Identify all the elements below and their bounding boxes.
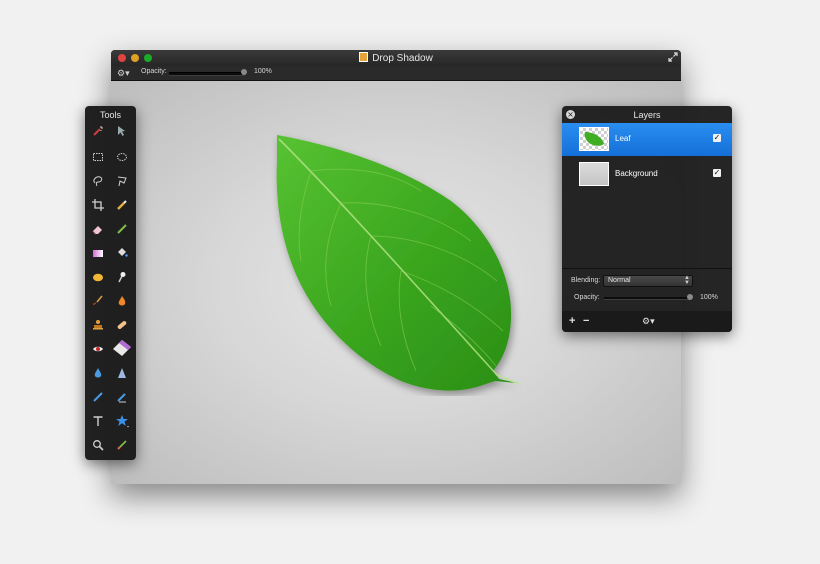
pencil-icon[interactable]	[111, 218, 133, 240]
opacity-slider-knob[interactable]	[241, 69, 247, 75]
gear-menu-icon[interactable]: ⚙▾	[117, 67, 130, 79]
layer-thumbnail-background	[579, 162, 609, 186]
sharpen-icon[interactable]	[111, 362, 133, 384]
elliptical-select-icon[interactable]	[111, 146, 133, 168]
burn-icon[interactable]	[111, 290, 133, 312]
freeform-pen-icon[interactable]	[111, 386, 133, 408]
window-title-container: Drop Shadow	[111, 52, 681, 64]
shape-star-icon[interactable]	[111, 410, 133, 432]
layer-thumbnail-leaf	[579, 127, 609, 151]
brush-icon[interactable]	[87, 290, 109, 312]
gradient-icon[interactable]	[87, 242, 109, 264]
window-title: Drop Shadow	[372, 53, 433, 64]
bandage-icon[interactable]	[111, 314, 133, 336]
tools-title: Tools	[99, 110, 121, 120]
layers-title: Layers	[633, 110, 661, 120]
layer-opacity-knob[interactable]	[687, 294, 693, 300]
zoom-icon[interactable]	[87, 434, 109, 456]
color-brush-icon[interactable]	[111, 434, 133, 456]
tools-palette: Tools	[85, 106, 136, 460]
lasso-icon[interactable]	[87, 170, 109, 192]
layer-visibility-checkbox[interactable]: ✓	[713, 134, 721, 142]
layer-name: Leaf	[615, 134, 631, 143]
opacity-slider[interactable]	[169, 72, 245, 76]
layer-opacity-slider[interactable]	[604, 297, 690, 300]
crop-icon[interactable]	[87, 194, 109, 216]
add-layer-icon[interactable]: +	[569, 315, 575, 327]
polygonal-lasso-icon[interactable]	[111, 170, 133, 192]
red-eye-icon[interactable]	[87, 338, 109, 360]
eraser-icon[interactable]	[87, 218, 109, 240]
stamp-icon[interactable]	[87, 314, 109, 336]
opacity-label: Opacity:	[141, 68, 167, 75]
layer-visibility-checkbox[interactable]: ✓	[713, 169, 721, 177]
layer-opacity-label: Opacity:	[574, 294, 600, 301]
blending-mode-value: Normal	[608, 277, 631, 284]
layers-bottom-bar: + − ⚙▾	[562, 311, 732, 332]
document-icon	[359, 52, 369, 62]
layer-row-leaf[interactable]: Leaf ✓	[562, 123, 732, 156]
layer-name: Background	[615, 169, 658, 178]
smudge-icon[interactable]	[111, 266, 133, 288]
blur-drop-icon[interactable]	[87, 362, 109, 384]
blending-mode-select[interactable]: Normal ▲ ▼	[603, 275, 693, 287]
paint-bucket-icon[interactable]	[111, 242, 133, 264]
rectangular-select-icon[interactable]	[87, 146, 109, 168]
divider	[562, 268, 732, 269]
leaf-image	[276, 135, 520, 391]
opacity-value: 100%	[254, 68, 272, 75]
pen-icon[interactable]	[87, 386, 109, 408]
clean-eraser-icon[interactable]	[109, 334, 135, 360]
blending-label: Blending:	[571, 277, 601, 284]
select-arrows-icon: ▲ ▼	[684, 275, 690, 286]
type-icon[interactable]	[87, 410, 109, 432]
layer-gear-menu-icon[interactable]: ⚙▾	[642, 315, 655, 327]
layer-row-background[interactable]: Background ✓	[562, 158, 732, 191]
fullscreen-icon[interactable]	[668, 52, 678, 62]
remove-layer-icon[interactable]: −	[583, 315, 589, 327]
layers-palette: × Layers Leaf ✓ Background ✓ Blending: N…	[562, 106, 732, 332]
title-bar: Drop Shadow	[111, 50, 681, 66]
options-bar: ⚙▾ Opacity: 100%	[111, 66, 681, 81]
sponge-icon[interactable]	[87, 266, 109, 288]
color-picker-icon[interactable]	[111, 194, 133, 216]
layer-opacity-value: 100%	[700, 294, 718, 301]
magic-wand-icon[interactable]	[87, 120, 109, 142]
arrange-layers-icon[interactable]	[111, 120, 133, 142]
